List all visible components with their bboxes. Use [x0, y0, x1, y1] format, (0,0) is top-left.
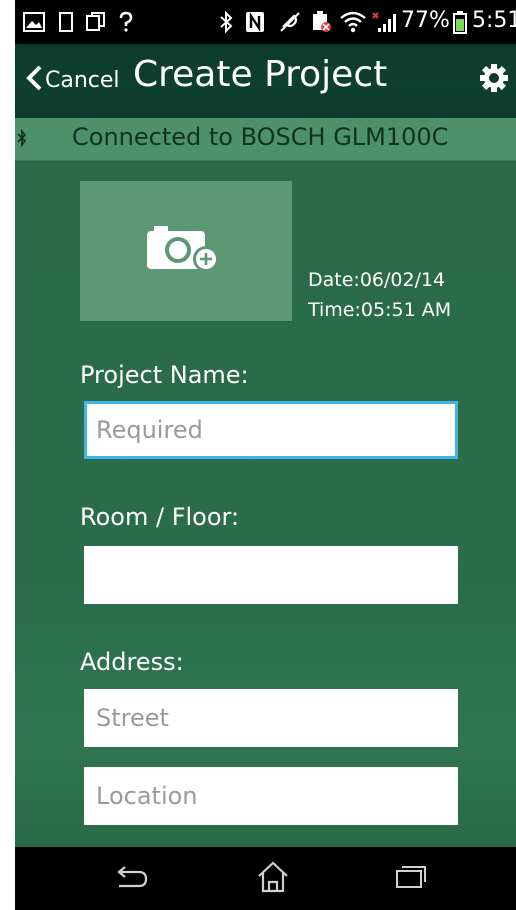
gear-icon: [479, 63, 509, 97]
page-title: Create Project: [133, 54, 388, 95]
battery-percentage: 77%: [401, 8, 450, 33]
settings-button[interactable]: [477, 62, 511, 98]
image-icon: [21, 0, 47, 44]
create-project-form: Date:06/02/14 Time:05:51 AM Project Name…: [15, 161, 516, 847]
app-header: Cancel Create Project: [15, 44, 516, 119]
connection-status-text: Connected to BOSCH GLM100C: [72, 123, 449, 151]
project-name-label: Project Name:: [80, 361, 249, 389]
bluetooth-icon: [217, 0, 235, 44]
cancel-label: Cancel: [45, 67, 120, 93]
status-bar: 77% 5:51: [15, 0, 516, 44]
back-arrow-icon: [113, 864, 149, 894]
screen: 77% 5:51 Cancel Create Project Connected…: [15, 0, 516, 910]
recent-apps-button[interactable]: [371, 847, 451, 910]
home-icon: [256, 860, 290, 897]
chevron-left-icon: [25, 64, 43, 96]
add-photo-button[interactable]: [80, 181, 292, 321]
clock: 5:51: [472, 8, 516, 33]
wifi-icon: [339, 0, 367, 44]
mute-icon: [277, 0, 303, 44]
photo-time: Time:05:51 AM: [308, 299, 452, 321]
home-nav-button[interactable]: [233, 847, 313, 910]
add-photo-camera-icon: [146, 223, 226, 279]
navigation-bar: [15, 847, 516, 910]
project-name-input[interactable]: [84, 401, 458, 459]
recent-apps-icon: [395, 865, 427, 893]
bluetooth-icon: [17, 128, 27, 151]
street-input[interactable]: [84, 689, 458, 747]
battery-icon: [451, 0, 469, 44]
nfc-icon: [243, 0, 267, 44]
copy-icon: [83, 0, 109, 44]
cancel-button[interactable]: Cancel: [25, 58, 123, 102]
device-icon: [55, 0, 77, 44]
room-floor-label: Room / Floor:: [80, 503, 240, 531]
location-input[interactable]: [84, 767, 458, 825]
battery-saver-icon: [309, 0, 335, 44]
photo-date: Date:06/02/14: [308, 269, 446, 291]
address-label: Address:: [80, 648, 184, 676]
signal-icon: [369, 0, 399, 44]
room-floor-input[interactable]: [84, 546, 458, 604]
question-icon: [115, 0, 137, 44]
connection-status-bar: Connected to BOSCH GLM100C: [15, 118, 516, 161]
back-nav-button[interactable]: [91, 847, 171, 910]
